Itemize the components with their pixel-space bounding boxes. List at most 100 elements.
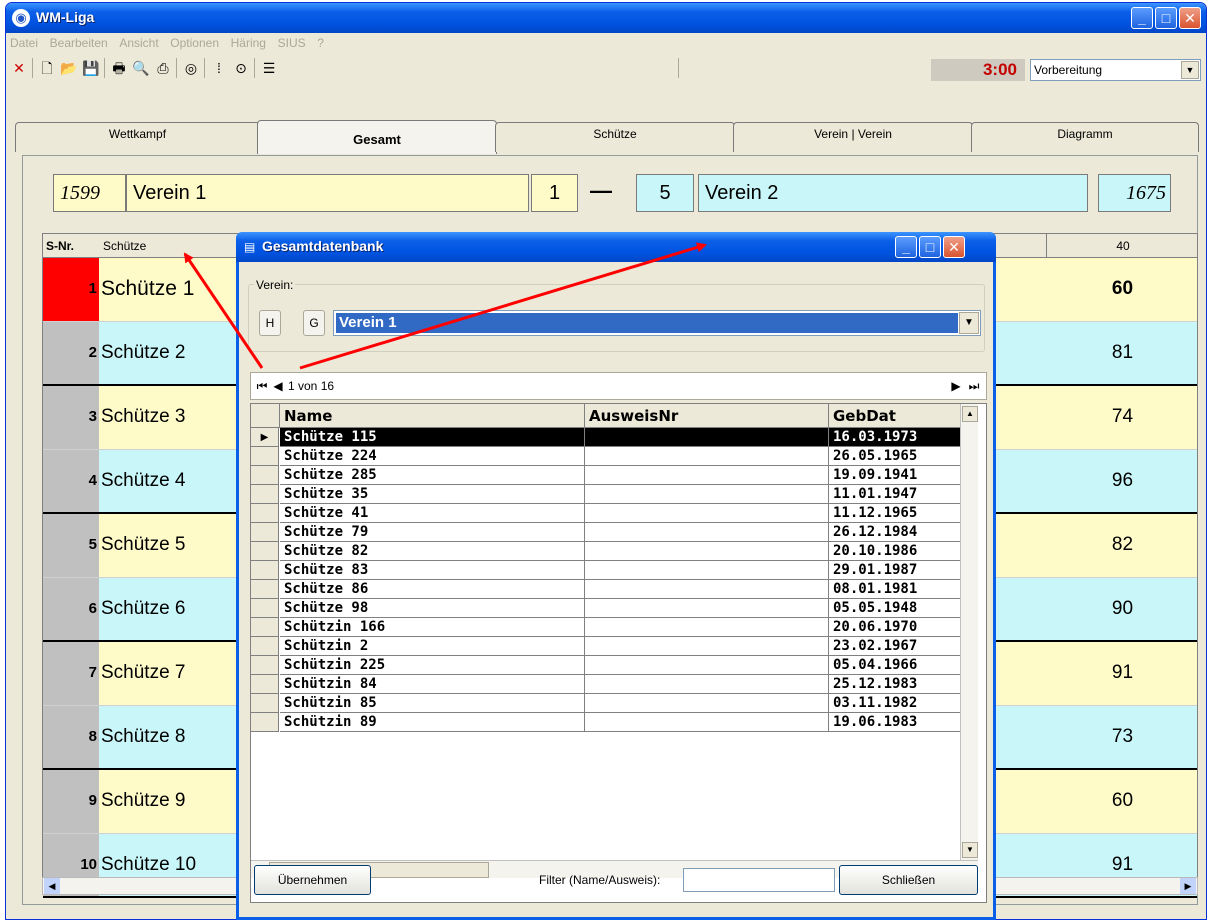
- first-record-icon[interactable]: ⏮: [255, 377, 269, 395]
- cell-name: Schütze 83: [280, 561, 585, 580]
- maximize-icon[interactable]: □: [1155, 7, 1177, 29]
- scroll-up-icon[interactable]: ▲: [962, 406, 978, 422]
- new-document-icon[interactable]: 🗋: [38, 59, 56, 77]
- score-value: 81: [1111, 342, 1134, 363]
- verein-select[interactable]: Verein 1 ▼: [333, 310, 981, 336]
- filter-input[interactable]: [683, 868, 835, 892]
- row-indicator[interactable]: [251, 618, 279, 637]
- row-number: 4: [43, 450, 99, 512]
- home-team-button[interactable]: H: [259, 310, 281, 336]
- column-gebdat[interactable]: GebDat: [829, 404, 961, 428]
- database-row[interactable]: Schütze 83 29.01.1987: [251, 561, 961, 580]
- database-vertical-scrollbar[interactable]: ▲ ▼: [960, 404, 978, 860]
- row-indicator[interactable]: [251, 447, 279, 466]
- menu-help[interactable]: ?: [313, 33, 328, 50]
- cell-ausweis: [585, 447, 829, 466]
- tab-gesamt[interactable]: Gesamt: [257, 120, 497, 154]
- dialog-minimize-icon[interactable]: _: [895, 236, 917, 258]
- scroll-right-icon[interactable]: ▶: [1180, 878, 1196, 894]
- database-row[interactable]: Schütze 224 26.05.1965: [251, 447, 961, 466]
- row-indicator[interactable]: [251, 656, 279, 675]
- row-indicator[interactable]: [251, 561, 279, 580]
- database-row[interactable]: Schütze 41 11.12.1965: [251, 504, 961, 523]
- database-row[interactable]: Schütze 82 20.10.1986: [251, 542, 961, 561]
- menu-optionen[interactable]: Optionen: [166, 33, 223, 50]
- score-separator: —: [590, 178, 612, 203]
- cell-gebdat: 08.01.1981: [829, 580, 961, 599]
- database-row[interactable]: Schütze 79 26.12.1984: [251, 523, 961, 542]
- cell-ausweis: [585, 618, 829, 637]
- cell-ausweis: [585, 466, 829, 485]
- row-indicator[interactable]: [251, 504, 279, 523]
- close-x-icon[interactable]: ✕: [10, 59, 28, 77]
- record-navigator: ⏮ ◀ 1 von 16 ▶ ⏭: [250, 372, 987, 400]
- row-indicator[interactable]: [251, 466, 279, 485]
- menu-bar: Datei Bearbeiten Ansicht Optionen Häring…: [6, 33, 1206, 53]
- print-setup-icon[interactable]: ⎙: [154, 59, 172, 77]
- row-indicator[interactable]: [251, 599, 279, 618]
- schliessen-button[interactable]: Schließen: [839, 865, 978, 895]
- tab-schuetze[interactable]: Schütze: [495, 122, 735, 152]
- database-row[interactable]: Schützin 2 23.02.1967: [251, 637, 961, 656]
- last-record-icon[interactable]: ⏭: [967, 377, 981, 395]
- database-row[interactable]: Schützin 84 25.12.1983: [251, 675, 961, 694]
- database-row[interactable]: Schützin 225 05.04.1966: [251, 656, 961, 675]
- previous-record-icon[interactable]: ◀: [271, 377, 285, 395]
- target-icon[interactable]: ◎: [182, 59, 200, 77]
- shooter-icon[interactable]: ⁞: [210, 59, 228, 77]
- row-indicator[interactable]: [251, 542, 279, 561]
- column-ausweisnr[interactable]: AusweisNr: [585, 404, 829, 428]
- row-indicator[interactable]: [251, 675, 279, 694]
- row-number: 3: [43, 386, 99, 449]
- database-row[interactable]: Schütze 35 11.01.1947: [251, 485, 961, 504]
- dialog-title-bar[interactable]: ▤ Gesamtdatenbank _ □ ✕: [236, 232, 996, 262]
- uebernehmen-button[interactable]: Übernehmen: [254, 865, 371, 895]
- column-name[interactable]: Name: [280, 404, 585, 428]
- cell-name: Schütze 224: [280, 447, 585, 466]
- chevron-down-icon[interactable]: ▼: [959, 312, 979, 334]
- database-row[interactable]: Schützin 89 19.06.1983: [251, 713, 961, 732]
- database-row[interactable]: Schütze 98 05.05.1948: [251, 599, 961, 618]
- next-record-icon[interactable]: ▶: [949, 377, 963, 395]
- cell-name: Schütze 86: [280, 580, 585, 599]
- row-indicator[interactable]: [251, 713, 279, 732]
- row-number: 1: [43, 258, 99, 321]
- phase-select[interactable]: Vorbereitung ▼: [1030, 59, 1201, 81]
- menu-haering[interactable]: Häring: [227, 33, 270, 50]
- row-indicator[interactable]: [251, 523, 279, 542]
- close-icon[interactable]: ✕: [1179, 7, 1201, 29]
- minimize-icon[interactable]: _: [1131, 7, 1153, 29]
- title-bar[interactable]: ◉ WM-Liga _ □ ✕: [6, 3, 1206, 33]
- tab-wettkampf[interactable]: Wettkampf: [15, 122, 260, 152]
- row-indicator[interactable]: [251, 580, 279, 599]
- database-row[interactable]: Schütze 86 08.01.1981: [251, 580, 961, 599]
- menu-bearbeiten[interactable]: Bearbeiten: [46, 33, 112, 50]
- database-row[interactable]: Schütze 285 19.09.1941: [251, 466, 961, 485]
- current-row-pointer-icon[interactable]: ▶: [251, 428, 279, 447]
- print-icon[interactable]: 🖶: [110, 59, 128, 77]
- globe-icon: ◉: [12, 9, 30, 27]
- aim-icon[interactable]: ⊙: [232, 59, 250, 77]
- tab-verein-verein[interactable]: Verein | Verein: [733, 122, 973, 152]
- dialog-close-icon[interactable]: ✕: [943, 236, 965, 258]
- print-preview-icon[interactable]: 🔍: [132, 59, 150, 77]
- database-row[interactable]: Schützin 166 20.06.1970: [251, 618, 961, 637]
- chevron-down-icon[interactable]: ▼: [1181, 61, 1199, 79]
- save-icon[interactable]: 💾: [82, 59, 100, 77]
- menu-sius[interactable]: SIUS: [274, 33, 310, 50]
- dialog-maximize-icon[interactable]: □: [919, 236, 941, 258]
- guest-team-button[interactable]: G: [303, 310, 325, 336]
- menu-ansicht[interactable]: Ansicht: [115, 33, 162, 50]
- tab-diagramm[interactable]: Diagramm: [971, 122, 1199, 152]
- scroll-down-icon[interactable]: ▼: [962, 842, 978, 858]
- scroll-left-icon[interactable]: ◀: [44, 878, 60, 894]
- open-folder-icon[interactable]: 📂: [60, 59, 78, 77]
- cell-name: Schütze 35: [280, 485, 585, 504]
- row-indicator[interactable]: [251, 485, 279, 504]
- stack-icon[interactable]: ☰: [260, 59, 278, 77]
- database-row[interactable]: Schützin 85 03.11.1982: [251, 694, 961, 713]
- row-indicator[interactable]: [251, 694, 279, 713]
- menu-datei[interactable]: Datei: [6, 33, 42, 50]
- row-indicator[interactable]: [251, 637, 279, 656]
- database-row[interactable]: ▶ Schütze 115 16.03.1973: [251, 428, 961, 447]
